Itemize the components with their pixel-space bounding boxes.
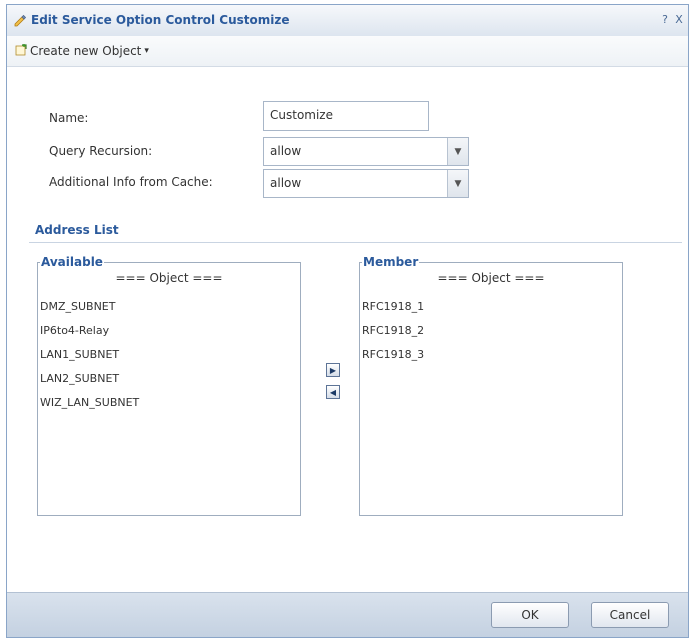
member-title: Member — [362, 255, 420, 269]
list-item[interactable]: LAN2_SUBNET — [38, 367, 300, 391]
query-recursion-value: allow — [270, 144, 302, 158]
address-list-title: Address List — [35, 223, 119, 237]
add-to-member-button[interactable]: ▶ — [326, 363, 340, 377]
list-item[interactable]: RFC1918_1 — [360, 295, 622, 319]
chevron-down-icon[interactable]: ▼ — [447, 170, 468, 197]
chevron-down-icon[interactable]: ▼ — [447, 138, 468, 165]
list-item[interactable]: LAN1_SUBNET — [38, 343, 300, 367]
section-divider — [29, 242, 682, 243]
toolbar: Create new Object ▾ — [7, 36, 688, 67]
arrow-right-icon: ▶ — [329, 365, 337, 375]
dialog-title: Edit Service Option Control Customize — [31, 13, 290, 27]
list-item[interactable]: WIZ_LAN_SUBNET — [38, 391, 300, 415]
create-object-icon — [15, 43, 27, 59]
list-item[interactable]: RFC1918_3 — [360, 343, 622, 367]
list-item[interactable]: DMZ_SUBNET — [38, 295, 300, 319]
query-recursion-select[interactable]: allow ▼ — [263, 137, 469, 166]
name-field[interactable]: Customize — [263, 101, 429, 131]
available-title: Available — [40, 255, 104, 269]
query-recursion-label: Query Recursion: — [49, 144, 153, 158]
additional-info-value: allow — [270, 176, 302, 190]
additional-info-select[interactable]: allow ▼ — [263, 169, 469, 198]
ok-button[interactable]: OK — [491, 602, 569, 628]
help-button[interactable]: ? — [659, 13, 671, 27]
close-button[interactable]: X — [673, 13, 685, 27]
create-new-object-label: Create new Object — [30, 44, 142, 58]
member-list: RFC1918_1 RFC1918_2 RFC1918_3 — [360, 295, 622, 367]
edit-dialog: Edit Service Option Control Customize ? … — [6, 4, 689, 638]
member-listbox[interactable]: Member === Object === RFC1918_1 RFC1918_… — [359, 255, 623, 516]
create-new-object-button[interactable]: Create new Object ▾ — [15, 43, 149, 59]
chevron-down-icon: ▾ — [144, 46, 149, 56]
available-header: === Object === — [115, 271, 223, 285]
edit-icon — [13, 13, 27, 27]
cancel-button[interactable]: Cancel — [591, 602, 669, 628]
member-header: === Object === — [437, 271, 545, 285]
list-item[interactable]: RFC1918_2 — [360, 319, 622, 343]
available-listbox[interactable]: Available === Object === DMZ_SUBNET IP6t… — [37, 255, 301, 516]
list-item[interactable]: IP6to4-Relay — [38, 319, 300, 343]
remove-from-member-button[interactable]: ◀ — [326, 385, 340, 399]
arrow-left-icon: ◀ — [329, 387, 337, 397]
additional-info-label: Additional Info from Cache: — [49, 175, 213, 189]
dialog-titlebar: Edit Service Option Control Customize ? … — [7, 5, 688, 37]
available-list: DMZ_SUBNET IP6to4-Relay LAN1_SUBNET LAN2… — [38, 295, 300, 415]
dialog-footer: OK Cancel — [7, 592, 688, 637]
name-label: Name: — [49, 111, 89, 125]
